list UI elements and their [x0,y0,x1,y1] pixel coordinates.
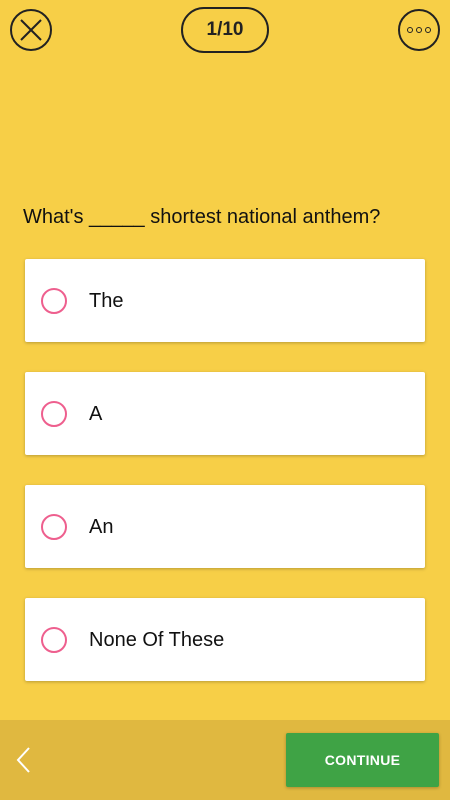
progress-indicator: 1/10 [181,7,269,53]
radio-button[interactable] [41,627,67,653]
bottom-bar: CONTINUE [0,720,450,800]
progress-text: 1/10 [206,19,244,40]
answer-options: The A An None Of These [25,259,425,711]
radio-button[interactable] [41,288,67,314]
close-icon [20,19,42,41]
chevron-left-icon [16,747,30,773]
option-label: A [89,403,103,425]
back-button[interactable] [10,742,40,778]
answer-option[interactable]: The [25,259,425,342]
close-button[interactable] [10,9,52,51]
more-options-icon [425,27,431,33]
more-options-button[interactable] [398,9,440,51]
answer-option[interactable]: None Of These [25,598,425,681]
continue-button[interactable]: CONTINUE [286,733,439,787]
question-text: What's _____ shortest national anthem? [23,206,381,228]
option-label: The [89,290,124,312]
answer-option[interactable]: A [25,372,425,455]
option-label: None Of These [89,629,225,651]
continue-label: CONTINUE [324,752,401,768]
more-options-icon [416,27,422,33]
top-bar: 1/10 [0,0,450,60]
radio-button[interactable] [41,401,67,427]
more-options-icon [407,27,413,33]
answer-option[interactable]: An [25,485,425,568]
radio-button[interactable] [41,514,67,540]
option-label: An [89,516,114,538]
